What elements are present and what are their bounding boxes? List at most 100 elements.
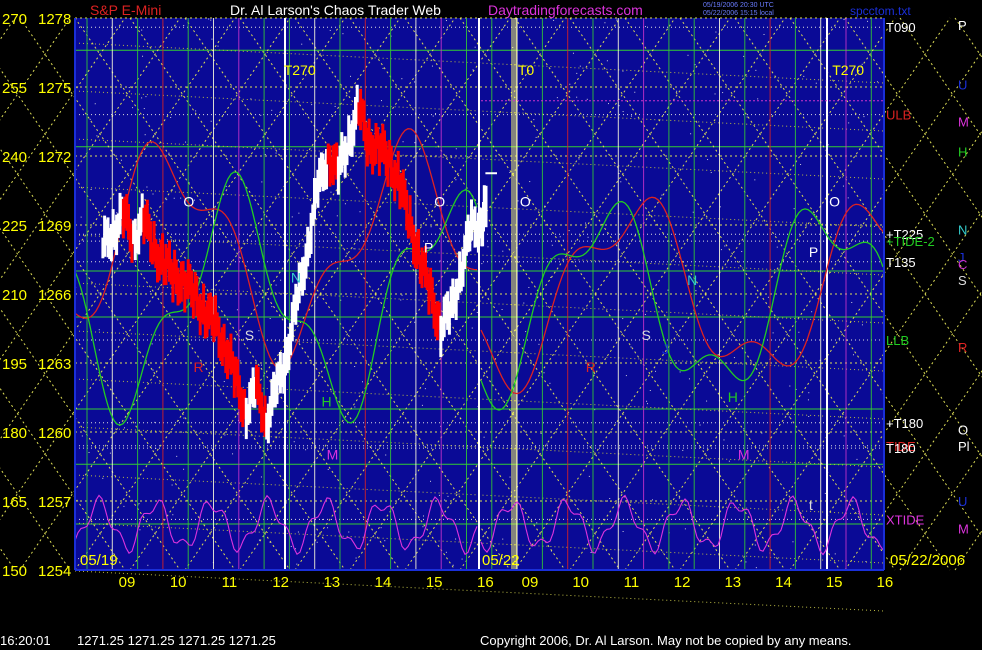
- star-dot: [811, 311, 813, 313]
- left-price-label: 1266: [38, 287, 71, 304]
- star-dot: [502, 250, 504, 252]
- star-dot: [301, 43, 303, 45]
- star-dot: [527, 467, 529, 469]
- star-dot: [690, 133, 692, 135]
- angle-line: [899, 450, 982, 571]
- star-dot: [141, 29, 143, 31]
- far-right-letter: M: [958, 522, 969, 537]
- star-dot: [676, 90, 678, 92]
- star-dot: [808, 416, 810, 418]
- star-dot: [311, 104, 313, 106]
- star-dot: [843, 435, 845, 437]
- star-dot: [609, 498, 611, 500]
- star-dot: [195, 110, 197, 112]
- star-dot: [96, 135, 98, 137]
- star-dot: [535, 136, 537, 138]
- planet-letter: t: [809, 497, 813, 513]
- star-dot: [815, 82, 817, 84]
- star-dot: [847, 197, 849, 199]
- x-hour-label: 14: [775, 574, 792, 591]
- star-dot: [88, 451, 90, 453]
- site-link[interactable]: Daytradingforecasts.com: [488, 2, 643, 18]
- star-dot: [260, 114, 262, 116]
- star-dot: [260, 364, 262, 366]
- star-dot: [305, 449, 307, 451]
- star-dot: [843, 19, 845, 21]
- star-dot: [750, 430, 752, 432]
- star-dot: [132, 107, 134, 109]
- far-right-letter: U: [958, 78, 967, 93]
- left-price-label: 1257: [38, 494, 71, 511]
- session-marker: T270: [284, 62, 316, 78]
- star-dot: [578, 154, 580, 156]
- far-right-letter: P: [958, 18, 967, 33]
- far-right-letter: U: [958, 494, 967, 509]
- star-dot: [553, 19, 555, 21]
- star-dot: [296, 563, 298, 565]
- star-dot: [422, 526, 424, 528]
- star-dot: [401, 78, 403, 80]
- star-dot: [472, 69, 474, 71]
- price-bar: [484, 185, 488, 228]
- star-dot: [803, 75, 805, 77]
- star-dot: [280, 279, 282, 281]
- star-dot: [359, 211, 361, 213]
- star-dot: [223, 380, 225, 382]
- star-dot: [568, 230, 570, 232]
- star-dot: [139, 529, 141, 531]
- planet-letter: R: [194, 359, 204, 375]
- far-right-letter: M: [958, 115, 969, 130]
- star-dot: [452, 564, 454, 566]
- star-dot: [183, 468, 185, 470]
- star-dot: [435, 113, 437, 115]
- star-dot: [578, 158, 580, 160]
- star-dot: [647, 403, 649, 405]
- star-dot: [733, 357, 735, 359]
- planet-letter: N: [291, 270, 301, 286]
- star-dot: [538, 343, 540, 345]
- planet-letter: O: [520, 194, 531, 210]
- star-dot: [342, 33, 344, 35]
- star-dot: [682, 449, 684, 451]
- planet-letter: N: [687, 272, 697, 288]
- star-dot: [430, 226, 432, 228]
- planet-letter: S: [642, 327, 651, 343]
- copyright: Copyright 2006, Dr. Al Larson. May not b…: [480, 633, 851, 648]
- star-dot: [354, 406, 356, 408]
- star-dot: [138, 503, 140, 505]
- star-dot: [763, 33, 765, 35]
- star-dot: [546, 443, 548, 445]
- star-dot: [646, 400, 648, 402]
- star-dot: [502, 538, 504, 540]
- right-level-label: T090: [886, 20, 916, 35]
- star-dot: [754, 179, 756, 181]
- star-dot: [540, 433, 542, 435]
- star-dot: [168, 152, 170, 154]
- star-dot: [525, 331, 527, 333]
- star-dot: [679, 371, 681, 373]
- star-dot: [572, 52, 574, 54]
- x-hour-label: 12: [674, 574, 691, 591]
- left-price-label: 1275: [38, 80, 71, 97]
- star-dot: [275, 284, 277, 286]
- star-dot: [523, 302, 525, 304]
- x-hour-label: 13: [724, 574, 741, 591]
- planet-letter: O: [183, 194, 194, 210]
- x-hour-label: 11: [624, 574, 640, 591]
- star-dot: [401, 294, 403, 296]
- star-dot: [788, 416, 790, 418]
- star-dot: [688, 378, 690, 380]
- x-hour-label: 15: [826, 574, 843, 591]
- star-dot: [471, 327, 473, 329]
- star-dot: [861, 324, 863, 326]
- left-angle-label: 240: [2, 149, 27, 166]
- star-dot: [483, 436, 485, 438]
- star-dot: [232, 453, 234, 455]
- star-dot: [414, 142, 416, 144]
- star-dot: [559, 236, 561, 238]
- star-dot: [579, 65, 581, 67]
- star-dot: [382, 67, 384, 69]
- timestamp-2: 05/22/2006 15:15 local: [703, 10, 774, 17]
- star-dot: [743, 428, 745, 430]
- star-dot: [455, 179, 457, 181]
